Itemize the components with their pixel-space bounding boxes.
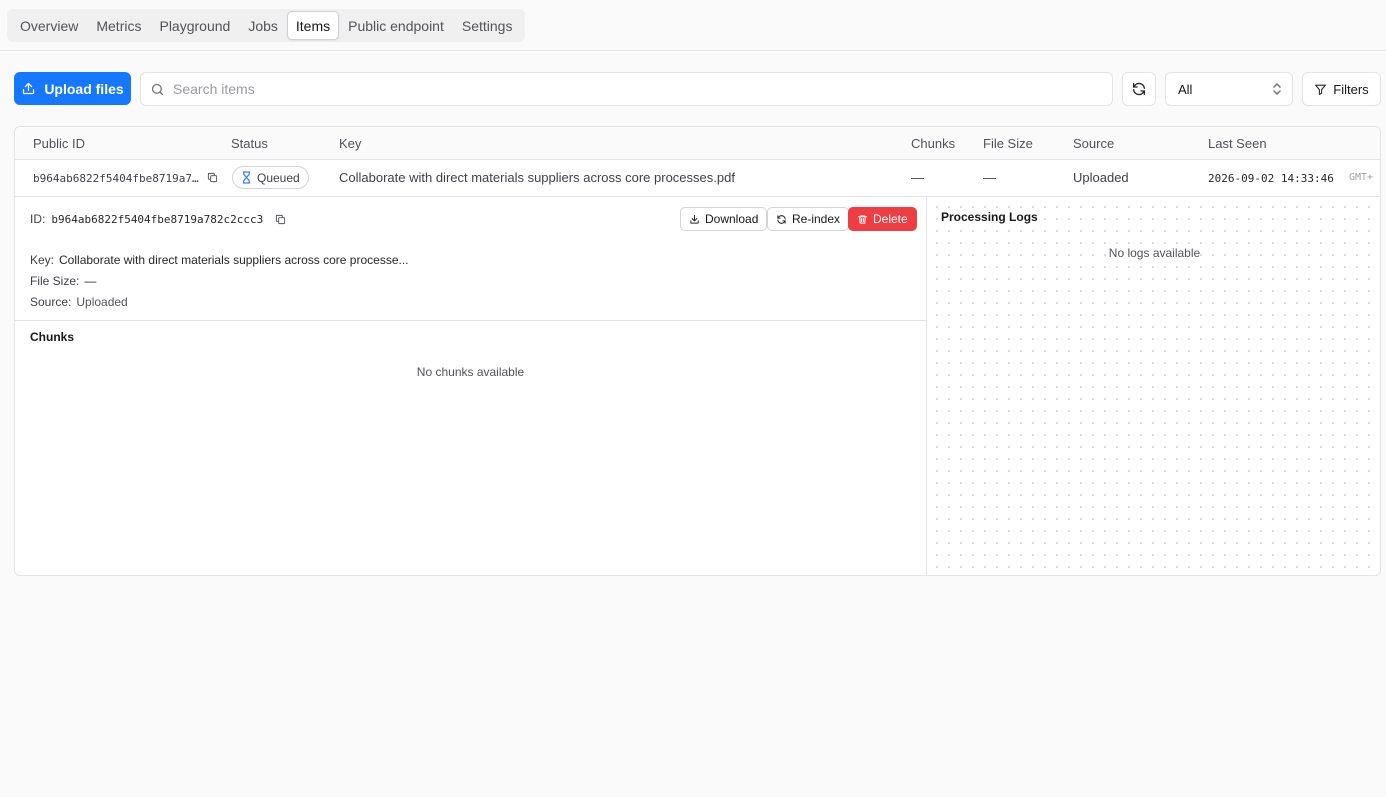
column-header-source[interactable]: Source <box>1073 136 1114 151</box>
chevron-up-down-icon <box>1272 82 1282 96</box>
detail-file-size-label: File Size: <box>30 274 80 288</box>
column-header-public-id[interactable]: Public ID <box>33 136 85 151</box>
refresh-icon <box>1131 81 1147 97</box>
item-id-label: ID: <box>30 212 46 226</box>
column-header-key[interactable]: Key <box>339 136 361 151</box>
processing-logs-panel: Processing Logs No logs available <box>927 197 1380 575</box>
detail-file-size-value: — <box>84 274 97 288</box>
refresh-icon <box>776 214 787 225</box>
tab-settings[interactable]: Settings <box>453 11 522 40</box>
download-label: Download <box>705 212 759 226</box>
hourglass-icon <box>241 171 252 184</box>
reindex-label: Re-index <box>792 212 841 226</box>
search-input[interactable] <box>173 81 1073 97</box>
tab-playground[interactable]: Playground <box>150 11 239 40</box>
trash-icon <box>857 214 868 225</box>
tab-public-endpoint[interactable]: Public endpoint <box>339 11 453 40</box>
detail-key-value: Collaborate with direct materials suppli… <box>59 253 409 267</box>
detail-source: Source: Uploaded <box>30 295 128 309</box>
item-detail-panel: ID: b964ab6822f5404fbe8719a782c2ccc3 Dow… <box>15 197 927 575</box>
detail-key: Key: Collaborate with direct materials s… <box>30 253 409 267</box>
download-icon <box>689 214 700 225</box>
detail-source-label: Source: <box>30 295 72 309</box>
delete-label: Delete <box>873 212 908 226</box>
tab-overview[interactable]: Overview <box>11 11 87 40</box>
row-key: Collaborate with direct materials suppli… <box>339 170 735 185</box>
copy-icon[interactable] <box>207 172 218 183</box>
status-filter-value: All <box>1178 81 1193 97</box>
tab-items[interactable]: Items <box>286 11 340 40</box>
row-last-seen: 2026-09-02 14:33:46 <box>1208 172 1334 185</box>
column-header-chunks[interactable]: Chunks <box>911 136 955 151</box>
reindex-button[interactable]: Re-index <box>767 207 850 231</box>
delete-button[interactable]: Delete <box>848 207 917 231</box>
filter-icon <box>1314 83 1327 96</box>
detail-file-size: File Size: — <box>30 274 96 288</box>
item-id-line: ID: b964ab6822f5404fbe8719a782c2ccc3 <box>30 212 286 226</box>
table-header: Public ID Status Key Chunks File Size So… <box>15 127 1380 160</box>
search-icon <box>150 82 165 97</box>
tab-metrics[interactable]: Metrics <box>87 11 150 40</box>
column-header-file-size[interactable]: File Size <box>983 136 1033 151</box>
row-public-id: b964ab6822f5404fbe8719a7… <box>33 172 199 185</box>
item-detail-info: ID: b964ab6822f5404fbe8719a782c2ccc3 Dow… <box>15 197 926 321</box>
processing-logs-title: Processing Logs <box>941 210 1038 224</box>
filters-label: Filters <box>1333 81 1369 97</box>
items-table: Public ID Status Key Chunks File Size So… <box>14 126 1381 576</box>
upload-icon <box>21 81 36 96</box>
tab-list: Overview Metrics Playground Jobs Items P… <box>7 9 526 42</box>
upload-files-button[interactable]: Upload files <box>14 72 131 105</box>
detail-key-label: Key: <box>30 253 55 267</box>
chunks-title: Chunks <box>30 330 75 344</box>
copy-icon[interactable] <box>275 214 286 225</box>
detail-source-value: Uploaded <box>76 295 128 309</box>
logs-empty-message: No logs available <box>927 246 1380 260</box>
row-file-size: — <box>983 170 996 185</box>
table-row[interactable]: b964ab6822f5404fbe8719a7… Queued Collabo… <box>15 160 1380 197</box>
status-badge: Queued <box>232 166 309 189</box>
tab-jobs[interactable]: Jobs <box>239 11 287 40</box>
top-nav-bar: Overview Metrics Playground Jobs Items P… <box>0 0 1386 51</box>
item-id-value: b964ab6822f5404fbe8719a782c2ccc3 <box>51 212 264 226</box>
row-chunks: — <box>911 170 924 185</box>
status-badge-label: Queued <box>257 170 300 185</box>
column-header-status[interactable]: Status <box>231 136 268 151</box>
chunks-empty-message: No chunks available <box>416 365 525 379</box>
column-header-last-seen[interactable]: Last Seen <box>1208 136 1267 151</box>
status-filter-select[interactable]: All <box>1165 72 1293 106</box>
search-box <box>140 72 1113 106</box>
row-last-seen-timezone: GMT+ <box>1349 172 1374 183</box>
logs-empty-text: No logs available <box>1108 246 1201 260</box>
refresh-button[interactable] <box>1122 72 1156 106</box>
download-button[interactable]: Download <box>680 207 768 231</box>
upload-files-label: Upload files <box>44 80 124 97</box>
filters-button[interactable]: Filters <box>1302 72 1381 106</box>
row-source: Uploaded <box>1073 170 1129 185</box>
